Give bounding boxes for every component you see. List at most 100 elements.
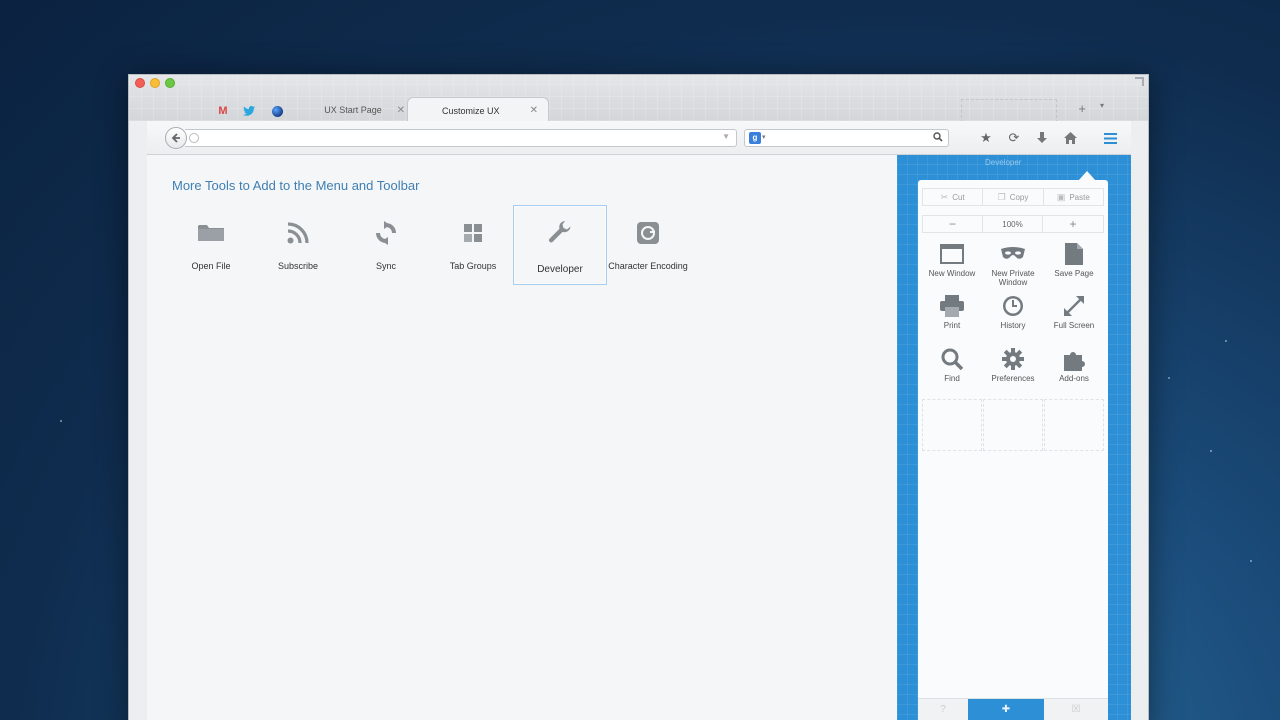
tool-open-file[interactable]: Open File: [166, 207, 256, 283]
chevron-down-icon[interactable]: ▾: [1100, 101, 1104, 110]
window-controls: [135, 78, 175, 88]
cut-button[interactable]: ✂ Cut: [923, 189, 984, 205]
private-mask-icon: [1000, 242, 1026, 266]
download-icon[interactable]: [1033, 129, 1051, 147]
folder-icon: [197, 219, 225, 247]
back-button[interactable]: [165, 127, 187, 149]
zoom-window-button[interactable]: [165, 78, 175, 88]
menu-item-label: Save Page: [1054, 269, 1094, 278]
customize-icon[interactable]: ✚: [968, 699, 1044, 720]
tool-label: Sync: [375, 261, 396, 271]
tool-label: Open File: [191, 261, 231, 271]
menu-item-label: New Window: [928, 269, 976, 278]
rss-icon: [284, 219, 312, 247]
copy-button[interactable]: ❐ Copy: [983, 189, 1044, 205]
palette-heading: More Tools to Add to the Menu and Toolba…: [172, 178, 420, 193]
copy-label: Copy: [1009, 192, 1029, 202]
help-icon[interactable]: ?: [918, 699, 968, 720]
url-bar[interactable]: ▼: [185, 129, 737, 147]
tool-subscribe[interactable]: Subscribe: [253, 207, 343, 283]
menu-icon[interactable]: [1101, 129, 1119, 147]
firefox-icon[interactable]: [269, 103, 285, 119]
tool-label: Developer: [537, 264, 583, 275]
globe-icon: [189, 133, 199, 143]
tab-ux-start-page[interactable]: UX Start Page ✕: [295, 97, 411, 123]
fullscreen-corner-icon[interactable]: [1135, 77, 1144, 86]
arrow-left-icon: [171, 133, 180, 143]
menu-item-label: New Private Window: [991, 269, 1035, 287]
clipboard-icon: ▣: [1056, 191, 1066, 202]
print-icon: [939, 294, 965, 318]
zoom-in-button[interactable]: +: [1043, 216, 1103, 232]
toolbar-drop-zone: [961, 99, 1057, 123]
magnifier-icon: [939, 347, 965, 371]
wrench-icon: [546, 218, 574, 246]
menu-item-label: Print: [943, 321, 961, 330]
menu-item-new-window[interactable]: New Window: [922, 242, 982, 294]
menu-item-label: Add-ons: [1059, 374, 1089, 383]
gear-icon: [1000, 347, 1026, 371]
bookmark-star-icon[interactable]: ★: [977, 129, 995, 147]
zoom-out-button[interactable]: −: [923, 216, 983, 232]
tool-label: Subscribe: [277, 261, 319, 271]
tool-label: Tab Groups: [449, 261, 497, 271]
menu-item-new-private-window[interactable]: New Private Window: [983, 242, 1043, 294]
menu-item-history[interactable]: History: [983, 294, 1043, 346]
tab-customize-ux[interactable]: Customize UX ✕: [407, 97, 549, 123]
zoom-controls: − 100% +: [922, 215, 1104, 233]
dragged-item-label: Developer: [985, 158, 1022, 167]
new-window-icon: [939, 242, 965, 266]
menu-item-label: Find: [944, 374, 960, 383]
menu-item-save-page[interactable]: Save Page: [1044, 242, 1104, 294]
home-icon[interactable]: [1061, 129, 1079, 147]
menu-item-find[interactable]: Find: [922, 347, 982, 399]
puzzle-icon: [1061, 347, 1087, 371]
google-icon[interactable]: g: [749, 132, 761, 144]
minimize-window-button[interactable]: [150, 78, 160, 88]
paste-button[interactable]: ▣ Paste: [1044, 189, 1103, 205]
menu-item-label: History: [1000, 321, 1026, 330]
tab-label: Customize UX: [442, 105, 500, 116]
close-icon[interactable]: ✕: [530, 105, 538, 116]
zoom-reset-button[interactable]: 100%: [983, 216, 1043, 232]
title-bar: M UX Start Page ✕ Customize UX ✕ + ▾: [129, 75, 1148, 123]
history-clock-icon: [1000, 294, 1026, 318]
navigation-toolbar: ▼ g ▾ ★ ⟳: [147, 121, 1131, 155]
empty-slot: [922, 399, 982, 451]
close-icon[interactable]: ✕: [397, 105, 405, 116]
menu-item-add-ons[interactable]: Add-ons: [1044, 347, 1104, 399]
close-window-button[interactable]: [135, 78, 145, 88]
search-bar[interactable]: g ▾: [744, 129, 949, 147]
empty-slot: [983, 399, 1043, 451]
sync-icon[interactable]: ⟳: [1005, 129, 1023, 147]
tab-label: UX Start Page: [324, 105, 382, 115]
menu-panel: ✂ Cut ❐ Copy ▣ Paste − 100% + New Window Ne…: [918, 180, 1108, 720]
tool-label: Character Encoding: [608, 261, 688, 271]
copy-icon: ❐: [997, 191, 1006, 202]
tool-tab-groups[interactable]: Tab Groups: [428, 207, 518, 283]
customize-palette: More Tools to Add to the Menu and Toolba…: [147, 155, 899, 720]
cut-label: Cut: [952, 192, 965, 202]
empty-slot: [1044, 399, 1104, 451]
tab-groups-icon: [459, 219, 487, 247]
save-page-icon: [1061, 242, 1087, 266]
quit-icon[interactable]: ☒: [1044, 699, 1108, 720]
tool-developer[interactable]: Developer: [513, 205, 607, 285]
search-icon[interactable]: [933, 132, 943, 145]
menu-item-full-screen[interactable]: Full Screen: [1044, 294, 1104, 346]
menu-item-preferences[interactable]: Preferences: [983, 347, 1043, 399]
menu-item-print[interactable]: Print: [922, 294, 982, 346]
character-encoding-icon: [634, 219, 662, 247]
paste-label: Paste: [1069, 192, 1090, 202]
twitter-icon[interactable]: [241, 103, 257, 119]
new-tab-button[interactable]: +: [1078, 101, 1086, 116]
browser-window: M UX Start Page ✕ Customize UX ✕ + ▾ ▼ g…: [128, 74, 1149, 720]
gmail-icon[interactable]: M: [215, 103, 231, 119]
fullscreen-icon: [1061, 294, 1087, 318]
chevron-down-icon[interactable]: ▼: [722, 132, 730, 141]
chevron-down-icon[interactable]: ▾: [762, 133, 766, 141]
menu-panel-footer: ? ✚ ☒: [918, 698, 1108, 720]
menu-item-label: Preferences: [991, 374, 1035, 383]
tool-character-encoding[interactable]: Character Encoding: [603, 207, 693, 283]
tool-sync[interactable]: Sync: [341, 207, 431, 283]
